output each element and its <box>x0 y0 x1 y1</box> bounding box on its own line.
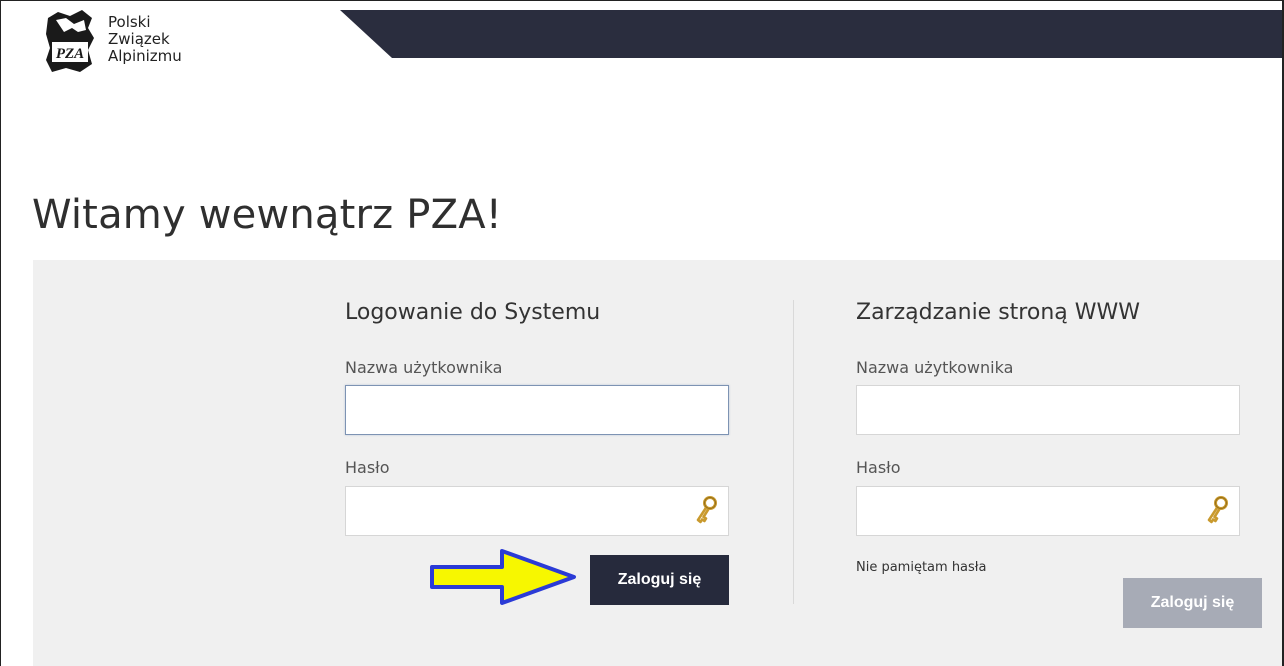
logo-line-3: Alpinizmu <box>108 47 182 65</box>
system-password-label: Hasło <box>345 458 390 477</box>
system-username-input[interactable] <box>345 385 729 435</box>
system-login-button[interactable]: Zaloguj się <box>590 555 729 605</box>
screen-border-left <box>0 0 1 666</box>
system-password-input[interactable] <box>345 486 729 536</box>
www-username-label: Nazwa użytkownika <box>856 358 1014 377</box>
www-login-title: Zarządzanie stroną WWW <box>856 300 1140 325</box>
pza-logo[interactable]: PZA Polski Związek Alpinizmu <box>44 10 244 80</box>
www-login-form: Zarządzanie stroną WWW Nazwa użytkownika… <box>856 260 1262 666</box>
www-password-input[interactable] <box>856 486 1240 536</box>
page-title: Witamy wewnątrz PZA! <box>32 192 502 238</box>
login-panel: Logowanie do Systemu Nazwa użytkownika H… <box>33 260 1282 666</box>
key-icon[interactable] <box>694 496 718 526</box>
logo-line-1: Polski <box>108 13 151 31</box>
www-username-input[interactable] <box>856 385 1240 435</box>
pza-logo-mark-icon: PZA <box>46 10 94 72</box>
forgot-password-link[interactable]: Nie pamiętam hasła <box>856 560 986 575</box>
logo-line-2: Związek <box>108 30 170 48</box>
section-divider <box>793 300 794 604</box>
system-login-title: Logowanie do Systemu <box>345 300 601 325</box>
key-icon[interactable] <box>1205 496 1229 526</box>
www-password-label: Hasło <box>856 458 901 477</box>
header-bar <box>340 10 1282 58</box>
system-username-label: Nazwa użytkownika <box>345 358 503 377</box>
site-header: PZA Polski Związek Alpinizmu <box>0 0 1284 90</box>
arrow-right-icon <box>430 549 576 605</box>
logo-text: Polski Związek Alpinizmu <box>108 14 182 65</box>
svg-text:PZA: PZA <box>56 46 84 62</box>
www-login-button[interactable]: Zaloguj się <box>1123 578 1262 628</box>
